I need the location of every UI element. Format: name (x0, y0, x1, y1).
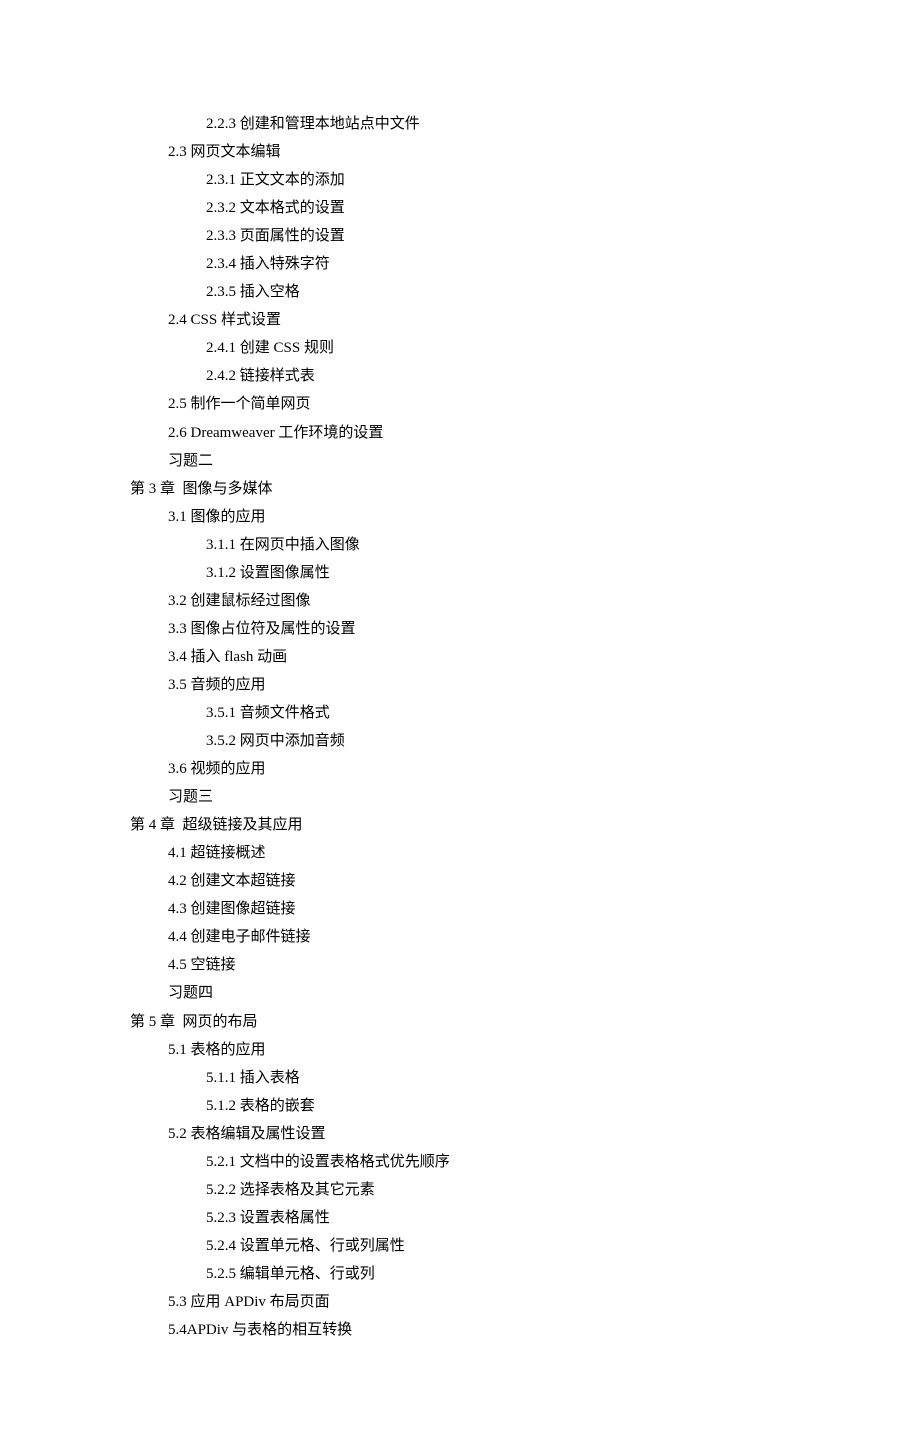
toc-entry: 3.1.2 设置图像属性 (130, 559, 790, 587)
toc-entry: 3.2 创建鼠标经过图像 (130, 587, 790, 615)
toc-entry: 2.3 网页文本编辑 (130, 138, 790, 166)
toc-entry: 2.4 CSS 样式设置 (130, 306, 790, 334)
toc-entry: 2.4.2 链接样式表 (130, 362, 790, 390)
toc-entry: 3.5 音频的应用 (130, 671, 790, 699)
toc-entry: 5.2.3 设置表格属性 (130, 1204, 790, 1232)
toc-entry: 4.4 创建电子邮件链接 (130, 923, 790, 951)
toc-entry: 5.2 表格编辑及属性设置 (130, 1120, 790, 1148)
toc-entry: 2.3.5 插入空格 (130, 278, 790, 306)
toc-entry: 习题三 (130, 783, 790, 811)
toc-entry: 5.1.1 插入表格 (130, 1064, 790, 1092)
toc-entry: 5.2.4 设置单元格、行或列属性 (130, 1232, 790, 1260)
toc-entry: 3.5.1 音频文件格式 (130, 699, 790, 727)
toc-entry: 2.3.1 正文文本的添加 (130, 166, 790, 194)
toc-entry: 3.6 视频的应用 (130, 755, 790, 783)
toc-entry: 2.3.2 文本格式的设置 (130, 194, 790, 222)
toc-entry: 5.4APDiv 与表格的相互转换 (130, 1316, 790, 1344)
toc-entry: 5.1 表格的应用 (130, 1036, 790, 1064)
toc-entry: 5.2.5 编辑单元格、行或列 (130, 1260, 790, 1288)
toc-entry: 习题二 (130, 447, 790, 475)
toc-entry: 2.3.4 插入特殊字符 (130, 250, 790, 278)
toc-entry: 3.3 图像占位符及属性的设置 (130, 615, 790, 643)
toc-entry: 5.2.1 文档中的设置表格格式优先顺序 (130, 1148, 790, 1176)
toc-entry: 3.1.1 在网页中插入图像 (130, 531, 790, 559)
toc-entry: 3.5.2 网页中添加音频 (130, 727, 790, 755)
table-of-contents: 2.2.3 创建和管理本地站点中文件2.3 网页文本编辑2.3.1 正文文本的添… (130, 110, 790, 1344)
toc-entry: 2.2.3 创建和管理本地站点中文件 (130, 110, 790, 138)
toc-entry: 2.4.1 创建 CSS 规则 (130, 334, 790, 362)
toc-entry: 3.4 插入 flash 动画 (130, 643, 790, 671)
toc-entry: 2.3.3 页面属性的设置 (130, 222, 790, 250)
toc-entry: 4.5 空链接 (130, 951, 790, 979)
toc-entry: 第 4 章 超级链接及其应用 (130, 811, 790, 839)
toc-entry: 4.3 创建图像超链接 (130, 895, 790, 923)
toc-entry: 5.2.2 选择表格及其它元素 (130, 1176, 790, 1204)
toc-entry: 5.1.2 表格的嵌套 (130, 1092, 790, 1120)
toc-entry: 2.6 Dreamweaver 工作环境的设置 (130, 419, 790, 447)
toc-entry: 第 3 章 图像与多媒体 (130, 475, 790, 503)
toc-entry: 2.5 制作一个简单网页 (130, 390, 790, 418)
toc-entry: 3.1 图像的应用 (130, 503, 790, 531)
toc-entry: 习题四 (130, 979, 790, 1007)
toc-entry: 4.2 创建文本超链接 (130, 867, 790, 895)
toc-entry: 4.1 超链接概述 (130, 839, 790, 867)
toc-entry: 第 5 章 网页的布局 (130, 1008, 790, 1036)
